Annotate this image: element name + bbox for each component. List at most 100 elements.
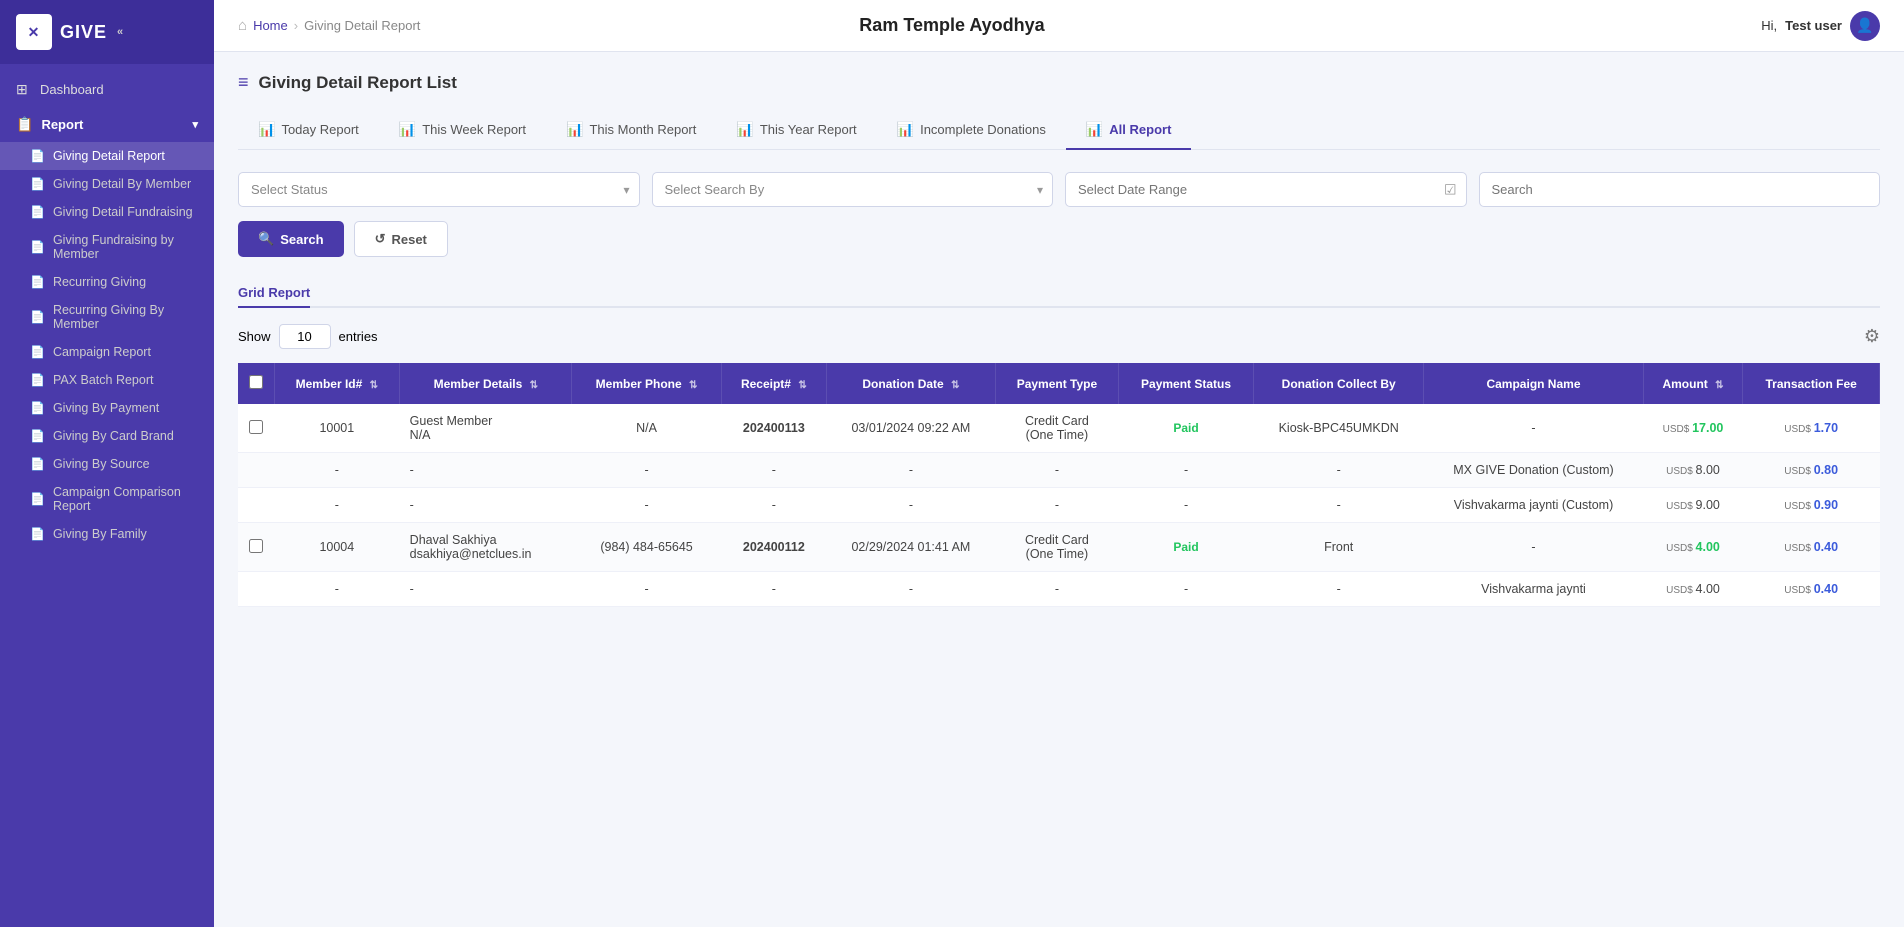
- member-id: -: [274, 453, 400, 488]
- date-range-wrapper: ☑: [1065, 172, 1467, 207]
- donation-date: -: [827, 453, 996, 488]
- doc-icon: 📄: [30, 310, 45, 324]
- tab-label: This Month Report: [589, 122, 696, 137]
- tabs-row: 📊 Today Report 📊 This Week Report 📊 This…: [238, 111, 1880, 150]
- sidebar-subitem-giving-fundraising-by-member[interactable]: 📄 Giving Fundraising by Member: [0, 226, 214, 268]
- donation-date: -: [827, 572, 996, 607]
- col-checkbox[interactable]: [238, 363, 274, 404]
- entries-input[interactable]: [279, 324, 331, 349]
- logo-text: GIVE: [60, 22, 107, 43]
- sidebar-item-report[interactable]: 📋 Report ▾: [0, 107, 214, 142]
- col-member-details[interactable]: Member Details ⇅: [400, 363, 572, 404]
- donation-collect-by: Kiosk-BPC45UMKDN: [1254, 404, 1424, 453]
- col-label: Payment Status: [1141, 377, 1231, 391]
- col-label: Donation Date: [862, 377, 943, 391]
- member-id: -: [274, 572, 400, 607]
- sidebar: ✕ GIVE « ⊞ Dashboard 📋 Report ▾ 📄 Giving…: [0, 0, 214, 927]
- show-label: Show: [238, 329, 271, 344]
- payment-type: Credit Card (One Time): [995, 404, 1118, 453]
- campaign-name: MX GIVE Donation (Custom): [1424, 453, 1643, 488]
- donation-collect-by: -: [1254, 453, 1424, 488]
- search-button[interactable]: 🔍 Search: [238, 221, 344, 257]
- reset-button[interactable]: ↺ Reset: [354, 221, 448, 257]
- payment-type: -: [995, 488, 1118, 523]
- list-icon: ≡: [238, 72, 249, 93]
- breadcrumb-current: Giving Detail Report: [304, 18, 420, 33]
- col-member-phone[interactable]: Member Phone ⇅: [572, 363, 721, 404]
- chart-icon: 📊: [399, 121, 416, 138]
- entries-label: entries: [339, 329, 378, 344]
- sidebar-item-label: Report: [41, 117, 83, 132]
- col-amount[interactable]: Amount ⇅: [1643, 363, 1743, 404]
- payment-type: -: [995, 453, 1118, 488]
- tab-label: All Report: [1109, 122, 1171, 137]
- sidebar-subitem-recurring-giving[interactable]: 📄 Recurring Giving: [0, 268, 214, 296]
- col-receipt[interactable]: Receipt# ⇅: [721, 363, 826, 404]
- col-label: Payment Type: [1017, 377, 1097, 391]
- donation-collect-by: Front: [1254, 523, 1424, 572]
- home-icon: ⌂: [238, 17, 247, 34]
- grid-tab[interactable]: Grid Report: [238, 279, 310, 308]
- col-label: Member Phone: [596, 377, 682, 391]
- sidebar-subitem-giving-by-card-brand[interactable]: 📄 Giving By Card Brand: [0, 422, 214, 450]
- hi-text: Hi,: [1761, 18, 1777, 33]
- sidebar-subitem-giving-by-payment[interactable]: 📄 Giving By Payment: [0, 394, 214, 422]
- header: ⌂ Home › Giving Detail Report Ram Temple…: [214, 0, 1904, 52]
- fee-value: USD$ 0.40: [1784, 582, 1838, 596]
- tab-month[interactable]: 📊 This Month Report: [546, 111, 716, 150]
- logo-icon: ✕: [16, 14, 52, 50]
- breadcrumb-home[interactable]: Home: [253, 18, 288, 33]
- sidebar-subitem-giving-by-source[interactable]: 📄 Giving By Source: [0, 450, 214, 478]
- status-select[interactable]: Select Status: [238, 172, 640, 207]
- page-header-row: ≡ Giving Detail Report List: [238, 72, 1880, 93]
- doc-icon: 📄: [30, 457, 45, 471]
- member-details: Guest Member N/A: [400, 404, 572, 453]
- date-range-input[interactable]: [1065, 172, 1467, 207]
- sidebar-subitem-recurring-giving-by-member[interactable]: 📄 Recurring Giving By Member: [0, 296, 214, 338]
- sidebar-subitem-campaign-comparison-report[interactable]: 📄 Campaign Comparison Report: [0, 478, 214, 520]
- row-checkbox[interactable]: [249, 420, 263, 434]
- donation-date: -: [827, 488, 996, 523]
- select-all-checkbox[interactable]: [249, 375, 263, 389]
- col-donation-date[interactable]: Donation Date ⇅: [827, 363, 996, 404]
- col-label: Campaign Name: [1486, 377, 1580, 391]
- tab-week[interactable]: 📊 This Week Report: [379, 111, 546, 150]
- tab-year[interactable]: 📊 This Year Report: [716, 111, 876, 150]
- chart-icon: 📊: [566, 121, 583, 138]
- logo[interactable]: ✕ GIVE «: [0, 0, 214, 64]
- row-checkbox-cell: [238, 404, 274, 453]
- search-input[interactable]: [1479, 172, 1881, 207]
- member-details: -: [400, 488, 572, 523]
- tab-today[interactable]: 📊 Today Report: [238, 111, 379, 150]
- sub-item-label: Giving By Family: [53, 527, 147, 541]
- amount-value: USD$ 9.00: [1666, 498, 1720, 512]
- doc-icon: 📄: [30, 429, 45, 443]
- sub-item-label: Giving By Source: [53, 457, 150, 471]
- buttons-row: 🔍 Search ↺ Reset: [238, 221, 1880, 257]
- campaign-name: -: [1424, 523, 1643, 572]
- sidebar-subitem-giving-detail-report[interactable]: 📄 Giving Detail Report: [0, 142, 214, 170]
- amount: USD$ 8.00: [1643, 453, 1743, 488]
- doc-icon: 📄: [30, 492, 45, 506]
- search-by-select[interactable]: Select Search By: [652, 172, 1054, 207]
- sidebar-subitem-pax-batch-report[interactable]: 📄 PAX Batch Report: [0, 366, 214, 394]
- gear-button[interactable]: ⚙: [1864, 326, 1880, 347]
- tab-label: Today Report: [281, 122, 358, 137]
- sidebar-item-dashboard[interactable]: ⊞ Dashboard: [0, 72, 214, 107]
- row-checkbox-cell: [238, 453, 274, 488]
- payment-type: Credit Card (One Time): [995, 523, 1118, 572]
- sidebar-subitem-campaign-report[interactable]: 📄 Campaign Report: [0, 338, 214, 366]
- sidebar-subitem-giving-detail-fundraising[interactable]: 📄 Giving Detail Fundraising: [0, 198, 214, 226]
- status-badge: Paid: [1173, 421, 1198, 435]
- sidebar-subitem-giving-by-family[interactable]: 📄 Giving By Family: [0, 520, 214, 548]
- breadcrumb: ⌂ Home › Giving Detail Report: [238, 17, 420, 34]
- entries-row: Show entries ⚙: [238, 324, 1880, 349]
- tab-incomplete[interactable]: 📊 Incomplete Donations: [877, 111, 1066, 150]
- col-member-id[interactable]: Member Id# ⇅: [274, 363, 400, 404]
- amount: USD$ 4.00: [1643, 523, 1743, 572]
- row-checkbox[interactable]: [249, 539, 263, 553]
- tab-all[interactable]: 📊 All Report: [1066, 111, 1192, 150]
- filters-row: Select Status ▾ Select Search By ▾ ☑: [238, 172, 1880, 207]
- sidebar-subitem-giving-detail-by-member[interactable]: 📄 Giving Detail By Member: [0, 170, 214, 198]
- receipt: 202400112: [721, 523, 826, 572]
